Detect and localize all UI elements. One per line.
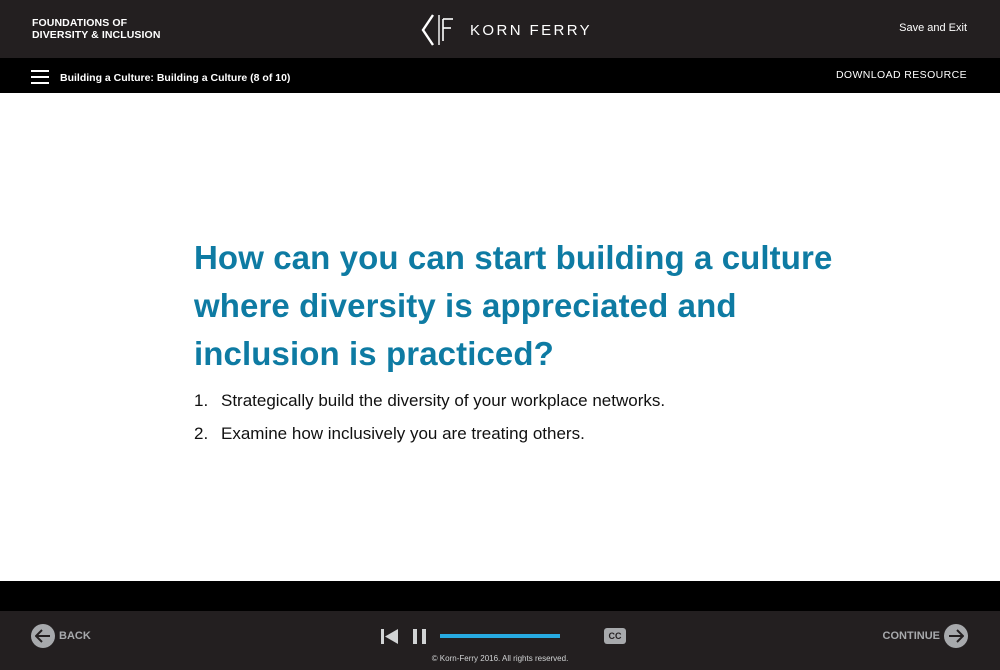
arrow-right-circle-icon <box>944 624 968 648</box>
hamburger-menu-icon[interactable] <box>31 70 49 84</box>
bottom-band <box>0 581 1000 611</box>
copyright-notice: © Korn-Ferry 2016. All rights reserved. <box>431 654 569 663</box>
breadcrumb: Building a Culture: Building a Culture (… <box>60 72 291 84</box>
list-item: 1. Strategically build the diversity of … <box>194 384 834 417</box>
list-item-text: Strategically build the diversity of you… <box>221 391 666 410</box>
closed-captions-icon[interactable]: CC <box>604 628 626 644</box>
logo-wordmark: KORN FERRY <box>470 21 593 39</box>
download-resource-button[interactable]: DOWNLOAD RESOURCE <box>836 69 967 81</box>
back-button[interactable]: BACK <box>31 624 91 648</box>
progress-bar[interactable] <box>440 634 560 638</box>
progress-fill <box>440 634 560 638</box>
footer-controls: BACK CC CONTINUE © Korn-Ferry 2016. All … <box>0 611 1000 670</box>
back-label: BACK <box>59 630 91 642</box>
course-title-line-2: DIVERSITY & INCLUSION <box>32 29 161 41</box>
save-and-exit-button[interactable]: Save and Exit <box>899 22 967 34</box>
korn-ferry-logo: KORN FERRY <box>420 13 592 47</box>
course-title: FOUNDATIONS OF DIVERSITY & INCLUSION <box>32 17 161 41</box>
continue-label: CONTINUE <box>882 630 940 642</box>
course-title-line-1: FOUNDATIONS OF <box>32 17 128 29</box>
korn-ferry-logo-mark <box>421 14 453 46</box>
arrow-left-circle-icon <box>31 624 55 648</box>
list-item: 2. Examine how inclusively you are treat… <box>194 417 834 450</box>
top-header: FOUNDATIONS OF DIVERSITY & INCLUSION KOR… <box>0 0 1000 58</box>
list-item-number: 1. <box>194 391 209 410</box>
steps-list: 1. Strategically build the diversity of … <box>194 384 834 450</box>
pause-icon[interactable] <box>412 629 427 644</box>
skip-to-start-icon[interactable] <box>381 629 398 644</box>
main-content: How can you can start building a culture… <box>194 234 834 450</box>
continue-button[interactable]: CONTINUE <box>883 624 968 648</box>
sub-header: Building a Culture: Building a Culture (… <box>0 58 1000 93</box>
question-heading: How can you can start building a culture… <box>194 239 833 372</box>
list-item-number: 2. <box>194 424 209 443</box>
list-item-text: Examine how inclusively you are treating… <box>221 424 585 443</box>
